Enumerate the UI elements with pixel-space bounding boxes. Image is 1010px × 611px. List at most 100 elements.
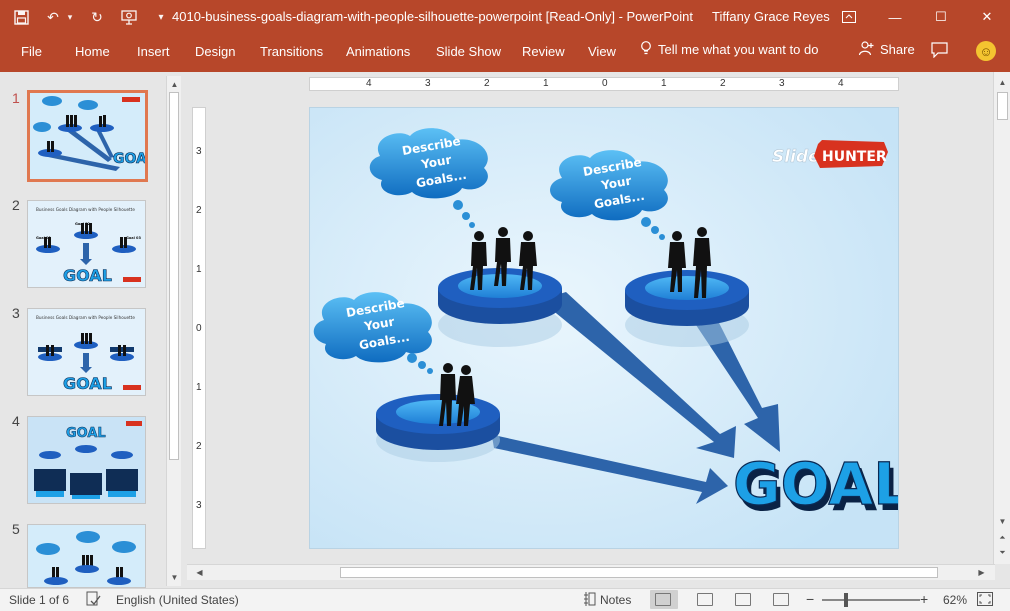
goal-text: GOAL	[733, 450, 899, 518]
ruler-mark: 1	[196, 264, 202, 275]
scrollbar-thumb[interactable]	[340, 567, 938, 578]
smiley-feedback-icon[interactable]: ☺	[976, 41, 996, 61]
thumbnail-goal-word: GOAL	[63, 266, 112, 285]
ruler-mark: 0	[196, 323, 202, 334]
tab-transitions[interactable]: Transitions	[260, 44, 323, 59]
thumbnail-goal-label: Goal 02	[75, 222, 90, 226]
ruler-mark: 3	[779, 78, 785, 89]
notes-icon[interactable]	[584, 592, 596, 609]
goal-wordart: GOAL GOAL	[732, 449, 899, 524]
title-bar: ↶ ▾ ↻ ▾ 4010-business-goals-diagram-with…	[0, 0, 1010, 34]
thumbnail-scrollbar[interactable]: ▲ ▼	[166, 76, 181, 586]
slide-horizontal-scrollbar[interactable]: ◀ ▶	[187, 564, 995, 580]
ribbon-display-options-icon[interactable]	[826, 0, 872, 34]
svg-text:GOAL: GOAL	[113, 151, 145, 167]
spell-check-icon[interactable]	[86, 591, 101, 610]
person-icon	[858, 40, 874, 59]
slide-thumbnail-pane: 1 GOAL 2 Business Goals Diagram with Peo…	[0, 72, 185, 588]
customize-qat-icon[interactable]: ▾	[152, 8, 170, 26]
save-icon[interactable]	[12, 8, 30, 26]
tab-design[interactable]: Design	[195, 44, 235, 59]
scroll-up-icon[interactable]: ▲	[996, 76, 1009, 89]
tab-view[interactable]: View	[588, 44, 616, 59]
tab-slide-show[interactable]: Slide Show	[436, 44, 501, 59]
tell-me-box[interactable]: Tell me what you want to do	[640, 40, 818, 59]
slide-thumbnail-5[interactable]	[27, 524, 146, 588]
tab-home[interactable]: Home	[75, 44, 110, 59]
ribbon-tabs: File Home Insert Design Transitions Anim…	[0, 34, 1010, 72]
thumbnail-goal-word: GOAL	[66, 426, 106, 441]
thumbnail-number: 5	[12, 521, 20, 537]
share-label: Share	[880, 42, 915, 57]
fit-slide-icon[interactable]	[977, 592, 993, 609]
present-from-start-icon[interactable]	[120, 8, 138, 26]
zoom-slider-thumb[interactable]	[844, 593, 848, 607]
slide-thumbnail-3[interactable]: Business Goals Diagram with People Silho…	[27, 308, 146, 396]
tell-me-label: Tell me what you want to do	[658, 42, 819, 57]
maximize-icon[interactable]: ☐	[918, 0, 964, 34]
thumbnail-number: 1	[12, 90, 20, 106]
slide-vertical-scrollbar[interactable]: ▲ ▼ ⏶ ⏷	[993, 72, 1010, 564]
logo-hunter-text: HUNTER	[822, 149, 887, 165]
thumbnail-number: 3	[12, 305, 20, 321]
thumbnail-number: 4	[12, 413, 20, 429]
redo-icon[interactable]: ↻	[88, 8, 106, 26]
ruler-mark: 1	[543, 78, 549, 89]
slide-thumbnail-1[interactable]: GOAL	[27, 90, 148, 182]
ruler-mark: 2	[484, 78, 490, 89]
slide-thumbnail-2[interactable]: Business Goals Diagram with People Silho…	[27, 200, 146, 288]
tab-insert[interactable]: Insert	[137, 44, 170, 59]
scrollbar-thumb[interactable]	[997, 92, 1008, 120]
ruler-mark: 1	[196, 382, 202, 393]
slide-show-view-icon[interactable]	[773, 593, 789, 606]
logo-slide-text: Slide	[772, 147, 820, 167]
status-bar: Slide 1 of 6 English (United States) Not…	[0, 588, 1010, 611]
platform-1	[438, 268, 562, 347]
zoom-slider-track[interactable]	[822, 599, 920, 601]
platform-3	[376, 394, 500, 462]
notes-button[interactable]: Notes	[600, 593, 631, 607]
scroll-left-icon[interactable]: ◀	[193, 566, 206, 579]
comments-icon[interactable]	[931, 42, 948, 58]
close-icon[interactable]: ✕	[964, 0, 1010, 34]
zoom-level[interactable]: 62%	[943, 593, 967, 607]
undo-icon[interactable]: ↶	[44, 8, 62, 26]
tab-review[interactable]: Review	[522, 44, 565, 59]
thumbnail-title: Business Goals Diagram with People Silho…	[36, 207, 135, 212]
lightbulb-icon	[640, 40, 652, 59]
thumbnail-goal-word: GOAL	[63, 374, 112, 393]
slide-canvas[interactable]: Describe Your Goals... Describe Your Goa…	[309, 107, 899, 549]
scroll-down-icon[interactable]: ▼	[168, 571, 181, 584]
language-indicator[interactable]: English (United States)	[116, 593, 239, 607]
slide-thumbnail-4[interactable]: GOAL	[27, 416, 146, 504]
tab-file[interactable]: File	[21, 44, 42, 59]
dropdown-caret-icon[interactable]: ▾	[66, 8, 74, 26]
ruler-mark: 2	[196, 205, 202, 216]
thumbnail-goal-label: Goal 01	[36, 236, 51, 240]
ruler-mark: 3	[196, 500, 202, 511]
scrollbar-thumb[interactable]	[169, 92, 179, 460]
reading-view-icon[interactable]	[735, 593, 751, 606]
ruler-mark: 4	[838, 78, 844, 89]
ruler-mark: 2	[720, 78, 726, 89]
next-slide-icon[interactable]: ⏷	[996, 546, 1009, 559]
thumbnail-goal-label: Goal 03	[126, 236, 141, 240]
signed-in-user[interactable]: Tiffany Grace Reyes	[712, 9, 830, 24]
scroll-down-icon[interactable]: ▼	[996, 515, 1009, 528]
minimize-icon[interactable]: —	[872, 0, 918, 34]
ruler-mark: 3	[425, 78, 431, 89]
scroll-right-icon[interactable]: ▶	[975, 566, 988, 579]
share-button[interactable]: Share	[858, 40, 915, 59]
zoom-out-icon[interactable]: −	[806, 591, 814, 607]
ruler-mark: 0	[602, 78, 608, 89]
zoom-in-icon[interactable]: +	[920, 591, 928, 607]
window-title: 4010-business-goals-diagram-with-people-…	[172, 9, 693, 24]
slide-counter[interactable]: Slide 1 of 6	[9, 593, 69, 607]
ruler-mark: 3	[196, 146, 202, 157]
tab-animations[interactable]: Animations	[346, 44, 410, 59]
vertical-ruler: 3 2 1 0 1 2 3	[192, 107, 206, 549]
scroll-up-icon[interactable]: ▲	[168, 78, 181, 91]
slide-sorter-view-icon[interactable]	[697, 593, 713, 606]
thumbnail-number: 2	[12, 197, 20, 213]
previous-slide-icon[interactable]: ⏶	[996, 531, 1009, 544]
